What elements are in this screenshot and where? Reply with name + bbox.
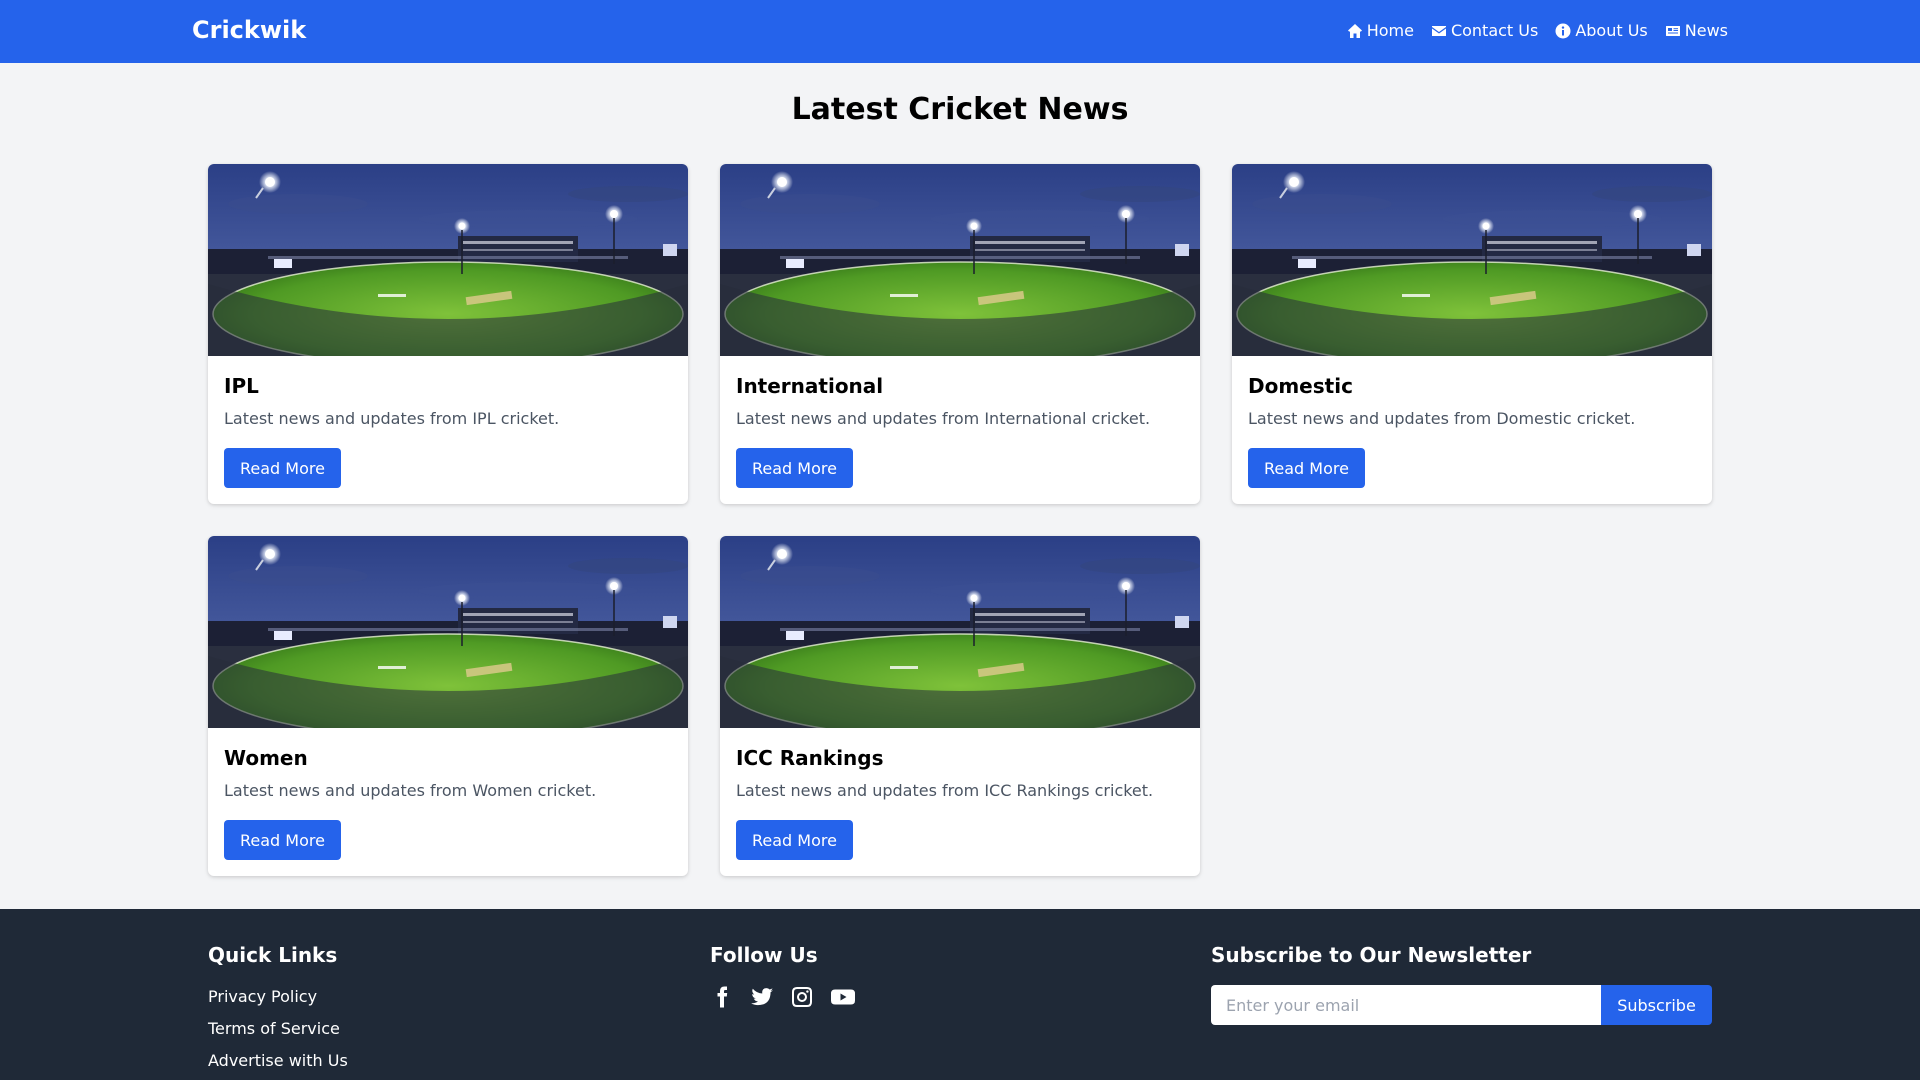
card-description: Latest news and updates from ICC Ranking…: [736, 781, 1154, 800]
card-title: International: [736, 374, 884, 398]
social-links: [710, 985, 856, 1009]
email-input[interactable]: [1211, 985, 1601, 1025]
envelope-icon: [1431, 25, 1446, 36]
read-more-button[interactable]: Read More: [224, 820, 341, 860]
facebook-icon[interactable]: [710, 985, 734, 1009]
privacy-policy-link[interactable]: Privacy Policy: [208, 981, 348, 1013]
nav-contact[interactable]: Contact Us: [1431, 21, 1538, 40]
card-title: Women: [224, 746, 308, 770]
nav-news-label: News: [1684, 21, 1728, 40]
subscribe-button[interactable]: Subscribe: [1601, 985, 1712, 1025]
card-description: Latest news and updates from Women crick…: [224, 781, 597, 800]
newsletter-heading: Subscribe to Our Newsletter: [1211, 943, 1532, 967]
twitter-icon[interactable]: [750, 985, 774, 1009]
follow-us-section: Follow Us: [710, 943, 856, 1009]
card-description: Latest news and updates from IPL cricket…: [224, 409, 560, 428]
news-card-ipl: IPL Latest news and updates from IPL cri…: [208, 164, 688, 504]
follow-us-heading: Follow Us: [710, 943, 818, 967]
instagram-icon[interactable]: [790, 985, 814, 1009]
nav-news[interactable]: News: [1665, 21, 1728, 40]
site-footer: Quick Links Privacy Policy Terms of Serv…: [0, 909, 1920, 1080]
main-nav: Home Contact Us About Us News: [1347, 21, 1728, 40]
card-description: Latest news and updates from Internation…: [736, 409, 1151, 428]
card-image: [208, 164, 688, 356]
newsletter-form: Subscribe: [1211, 985, 1712, 1025]
brand-logo[interactable]: Crickwik: [192, 16, 306, 44]
page-title: Latest Cricket News: [791, 92, 1129, 127]
card-title: ICC Rankings: [736, 746, 884, 770]
card-title: Domestic: [1248, 374, 1353, 398]
nav-about-label: About Us: [1575, 21, 1648, 40]
terms-of-service-link[interactable]: Terms of Service: [208, 1013, 348, 1045]
youtube-icon[interactable]: [830, 985, 856, 1009]
info-icon: [1555, 23, 1571, 38]
news-card-icc-rankings: ICC Rankings Latest news and updates fro…: [720, 536, 1200, 876]
read-more-button[interactable]: Read More: [736, 820, 853, 860]
card-image: [208, 536, 688, 728]
card-description: Latest news and updates from Domestic cr…: [1248, 409, 1636, 428]
newspaper-icon: [1665, 25, 1680, 36]
card-image: [1232, 164, 1712, 356]
card-title: IPL: [224, 374, 259, 398]
card-image: [720, 536, 1200, 728]
nav-home-label: Home: [1366, 21, 1414, 40]
quick-links-list: Privacy Policy Terms of Service Advertis…: [208, 981, 348, 1077]
nav-about[interactable]: About Us: [1555, 21, 1648, 40]
quick-links-section: Quick Links Privacy Policy Terms of Serv…: [208, 943, 348, 1077]
newsletter-section: Subscribe to Our Newsletter Subscribe: [1211, 943, 1712, 1025]
nav-contact-label: Contact Us: [1450, 21, 1539, 40]
card-image: [720, 164, 1200, 356]
read-more-button[interactable]: Read More: [736, 448, 853, 488]
news-card-women: Women Latest news and updates from Women…: [208, 536, 688, 876]
news-card-international: International Latest news and updates fr…: [720, 164, 1200, 504]
read-more-button[interactable]: Read More: [1248, 448, 1365, 488]
nav-home[interactable]: Home: [1347, 21, 1414, 40]
quick-links-heading: Quick Links: [208, 943, 338, 967]
top-navbar: Crickwik Home Contact Us About Us News: [0, 0, 1920, 63]
advertise-link[interactable]: Advertise with Us: [208, 1045, 348, 1077]
news-card-domestic: Domestic Latest news and updates from Do…: [1232, 164, 1712, 504]
read-more-button[interactable]: Read More: [224, 448, 341, 488]
home-icon: [1347, 23, 1362, 38]
